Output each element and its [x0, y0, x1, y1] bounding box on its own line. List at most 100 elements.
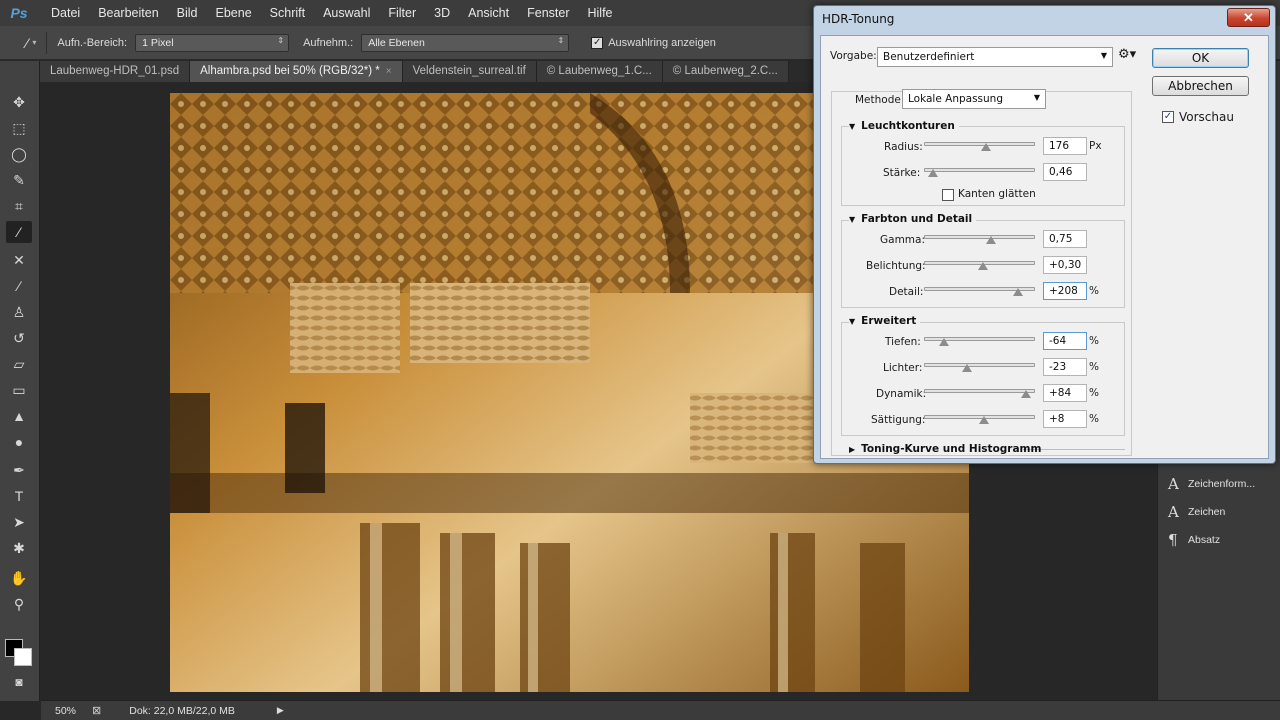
exposure-input[interactable]: +0,30: [1043, 256, 1087, 274]
detail-slider-thumb[interactable]: [1013, 288, 1024, 296]
eyedropper-tool-icon[interactable]: ⁄: [6, 221, 32, 243]
strength-slider-thumb[interactable]: [927, 169, 938, 177]
tab-laubenweg-hdr[interactable]: Laubenweg-HDR_01.psd: [40, 61, 191, 82]
ok-button[interactable]: OK: [1152, 48, 1249, 68]
path-selection-tool-icon[interactable]: ➤: [6, 511, 32, 533]
strength-input[interactable]: 0,46: [1043, 163, 1087, 181]
vibrance-slider-thumb[interactable]: [1021, 390, 1032, 398]
advanced-header[interactable]: ▼ Erweitert: [849, 315, 921, 327]
background-color-swatch[interactable]: [14, 648, 32, 666]
vibrance-label: Dynamik:: [876, 388, 927, 400]
exposure-slider-thumb[interactable]: [977, 262, 988, 270]
tab-alhambra[interactable]: Alhambra.psd bei 50% (RGB/32*) * ×: [190, 61, 403, 82]
pen-tool-icon[interactable]: ✒: [6, 459, 32, 481]
brush-tool-icon[interactable]: ∕: [6, 275, 32, 297]
menu-datei[interactable]: Datei: [42, 0, 89, 26]
dialog-title[interactable]: HDR-Tonung: [814, 6, 1275, 32]
hand-tool-icon[interactable]: ✋: [6, 567, 32, 589]
menu-ansicht[interactable]: Ansicht: [459, 0, 518, 26]
vibrance-unit: %: [1089, 387, 1099, 399]
saturation-slider-thumb[interactable]: [978, 416, 989, 424]
close-dialog-button[interactable]: ✕: [1227, 8, 1270, 27]
radius-slider-thumb[interactable]: [981, 143, 992, 151]
method-value: Lokale Anpassung: [908, 93, 1003, 105]
radius-unit: Px: [1089, 140, 1102, 152]
menu-bild[interactable]: Bild: [168, 0, 207, 26]
menu-hilfe[interactable]: Hilfe: [579, 0, 622, 26]
document-size-info: Dok: 22,0 MB/22,0 MB: [129, 704, 235, 717]
tool-preset-chevron-icon[interactable]: ▾: [32, 38, 36, 47]
zoom-level[interactable]: 50%: [55, 705, 76, 717]
sample-size-select[interactable]: 1 Pixel ⇕: [135, 33, 290, 52]
menu-ebene[interactable]: Ebene: [207, 0, 261, 26]
zoom-tool-icon[interactable]: ⚲: [6, 593, 32, 615]
eyedropper-tool-icon[interactable]: ⁄: [26, 35, 28, 51]
highlights-slider[interactable]: [924, 363, 1035, 367]
menu-schrift[interactable]: Schrift: [261, 0, 314, 26]
gamma-slider-thumb[interactable]: [985, 236, 996, 244]
highlights-input[interactable]: -23: [1043, 358, 1087, 376]
shadows-input[interactable]: -64: [1043, 332, 1087, 350]
blur-tool-icon[interactable]: ▲: [6, 405, 32, 427]
tab-label: © Laubenweg_1.C...: [546, 65, 652, 77]
history-brush-tool-icon[interactable]: ↺: [6, 327, 32, 349]
updown-arrow-icon: ⇕: [557, 35, 565, 45]
eraser-tool-icon[interactable]: ▱: [6, 353, 32, 375]
preset-select[interactable]: Benutzerdefiniert ▼: [877, 47, 1113, 67]
status-menu-arrow-icon[interactable]: ▶: [277, 705, 284, 716]
cancel-button[interactable]: Abbrechen: [1152, 76, 1249, 96]
radius-slider[interactable]: [924, 142, 1035, 146]
vibrance-input[interactable]: +84: [1043, 384, 1087, 402]
marquee-tool-icon[interactable]: ⬚: [6, 117, 32, 139]
panel-paragraph[interactable]: ¶ Absatz: [1168, 531, 1220, 549]
radius-input[interactable]: 176: [1043, 137, 1087, 155]
preview-checkbox[interactable]: ✓: [1162, 111, 1174, 123]
type-tool-icon[interactable]: T: [6, 485, 32, 507]
quick-selection-tool-icon[interactable]: ✎: [6, 169, 32, 191]
status-bar: 50% ⊠ Dok: 22,0 MB/22,0 MB ▶: [41, 700, 1280, 720]
menu-items: Datei Bearbeiten Bild Ebene Schrift Ausw…: [42, 0, 622, 26]
dialog-body: Vorgabe: Benutzerdefiniert ▼ ⚙▾ OK Abbre…: [820, 35, 1269, 459]
show-ring-checkbox[interactable]: ✓: [591, 36, 604, 49]
dodge-tool-icon[interactable]: ●: [6, 431, 32, 453]
menu-filter[interactable]: Filter: [379, 0, 425, 26]
close-tab-icon[interactable]: ×: [386, 66, 392, 77]
gamma-slider[interactable]: [924, 235, 1035, 239]
gamma-input[interactable]: 0,75: [1043, 230, 1087, 248]
highlights-slider-thumb[interactable]: [962, 364, 973, 372]
sample-layers-value: Alle Ebenen: [368, 36, 425, 49]
character-styles-icon: A: [1168, 475, 1179, 493]
shadows-slider-thumb[interactable]: [938, 338, 949, 346]
smooth-edges-checkbox[interactable]: [942, 189, 954, 201]
tab-veldenstein[interactable]: Veldenstein_surreal.tif: [402, 61, 537, 82]
edge-glow-header[interactable]: ▼ Leuchtkonturen: [849, 120, 959, 132]
saturation-input[interactable]: +8: [1043, 410, 1087, 428]
strength-slider[interactable]: [924, 168, 1035, 172]
status-icon[interactable]: ⊠: [92, 704, 101, 717]
crop-tool-icon[interactable]: ⌗: [6, 195, 32, 217]
panel-character[interactable]: A Zeichen: [1168, 503, 1225, 521]
detail-input[interactable]: +208: [1043, 282, 1087, 300]
gear-icon[interactable]: ⚙▾: [1118, 47, 1136, 62]
tab-laubenweg-2[interactable]: © Laubenweg_2.C...: [662, 61, 789, 82]
panel-character-styles[interactable]: A Zeichenform...: [1168, 475, 1255, 493]
menu-bearbeiten[interactable]: Bearbeiten: [89, 0, 167, 26]
gradient-tool-icon[interactable]: ▭: [6, 379, 32, 401]
menu-auswahl[interactable]: Auswahl: [314, 0, 379, 26]
vibrance-slider[interactable]: [924, 389, 1035, 393]
custom-shape-tool-icon[interactable]: ✱: [6, 537, 32, 559]
sample-layers-select[interactable]: Alle Ebenen ⇕: [361, 33, 570, 52]
move-tool-icon[interactable]: ✥: [6, 91, 32, 113]
tone-detail-header[interactable]: ▼ Farbton und Detail: [849, 213, 977, 225]
quick-mask-icon[interactable]: ◙: [6, 671, 32, 693]
shadows-label: Tiefen:: [885, 336, 921, 348]
tab-laubenweg-1[interactable]: © Laubenweg_1.C...: [536, 61, 663, 82]
toning-curve-header[interactable]: ▶ Toning-Kurve und Histogramm: [849, 443, 1041, 455]
healing-brush-tool-icon[interactable]: ✕: [6, 249, 32, 271]
clone-stamp-tool-icon[interactable]: ♙: [6, 301, 32, 323]
collapse-triangle-icon: ▼: [849, 317, 856, 326]
menu-3d[interactable]: 3D: [425, 0, 459, 26]
method-select[interactable]: Lokale Anpassung ▼: [902, 89, 1046, 109]
menu-fenster[interactable]: Fenster: [518, 0, 578, 26]
lasso-tool-icon[interactable]: ◯: [6, 143, 32, 165]
